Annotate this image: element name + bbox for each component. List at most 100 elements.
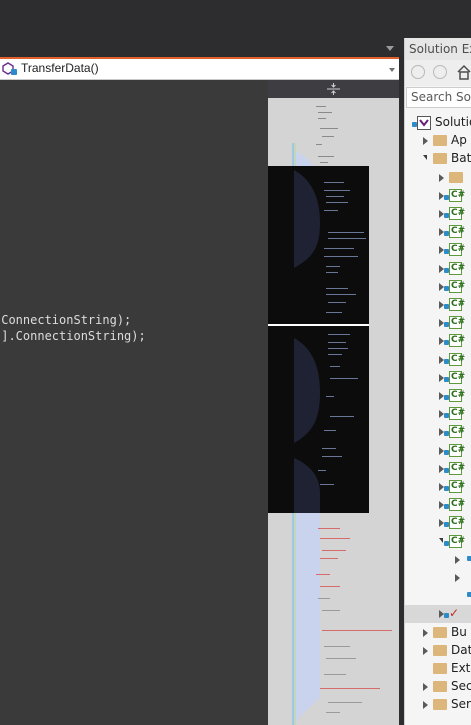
tree-item-label: Bu <box>451 624 467 639</box>
tree-item[interactable] <box>405 169 471 187</box>
tree-item[interactable]: C# <box>405 241 471 259</box>
search-solution-input[interactable]: Search Solu <box>406 87 471 108</box>
reference-icon <box>467 555 471 561</box>
solution-explorer-toolbar <box>405 60 471 86</box>
map-header <box>268 80 399 98</box>
csharp-project-icon: C# <box>449 534 466 548</box>
collapse-arrow-icon[interactable] <box>423 701 428 710</box>
folder-icon <box>433 626 447 638</box>
tree-item[interactable] <box>405 587 471 605</box>
chevron-down-icon[interactable] <box>389 68 395 72</box>
tree-item[interactable]: C# <box>405 314 471 332</box>
csharp-project-icon: C# <box>449 279 466 293</box>
tree-item[interactable]: C# <box>405 514 471 532</box>
code-map-canvas <box>268 98 399 725</box>
tree-item[interactable]: C# <box>405 260 471 278</box>
tree-item[interactable]: C# <box>405 423 471 441</box>
csharp-project-icon: C# <box>449 425 466 439</box>
tree-item[interactable]: C# <box>405 332 471 350</box>
csharp-project-icon: C# <box>449 316 466 330</box>
tree-item[interactable]: C# <box>405 387 471 405</box>
tree-item[interactable] <box>405 569 471 587</box>
tree-item[interactable]: C# <box>405 533 471 551</box>
csharp-project-icon: C# <box>449 370 466 384</box>
folder-icon <box>433 153 447 165</box>
collapse-arrow-icon[interactable] <box>439 173 444 182</box>
csharp-project-icon: C# <box>449 261 466 275</box>
map-viewport-upper <box>268 166 369 324</box>
csharp-project-icon: C# <box>449 443 466 457</box>
csharp-project-icon: C# <box>449 352 466 366</box>
csharp-project-icon: C# <box>449 225 466 239</box>
tree-item[interactable]: C# <box>405 296 471 314</box>
tree-item[interactable]: Ser <box>405 696 471 714</box>
tree-item[interactable]: C# <box>405 442 471 460</box>
collapse-arrow-icon[interactable] <box>423 646 428 655</box>
expand-arrow-icon[interactable] <box>439 537 443 543</box>
tree-item[interactable]: C# <box>405 205 471 223</box>
solution-explorer-panel: Solution Exp Search Solu Solution Ap Bat C#… <box>404 38 471 725</box>
tree-item[interactable]: C# <box>405 405 471 423</box>
collapse-arrow-icon[interactable] <box>423 137 428 146</box>
code-line: .ConnectionString); <box>0 313 132 327</box>
folder-icon <box>433 663 447 674</box>
checkmark-icon: ✓ <box>449 606 460 621</box>
tree-item[interactable]: Ap <box>405 132 471 150</box>
tree-item[interactable]: C# <box>405 460 471 478</box>
collapse-arrow-icon[interactable] <box>423 683 428 692</box>
folder-icon <box>433 135 447 147</box>
csharp-project-icon: C# <box>449 389 466 402</box>
tree-item[interactable]: C# <box>405 369 471 387</box>
method-icon <box>2 62 17 75</box>
tree-item[interactable]: C# <box>405 351 471 369</box>
csharp-project-icon: C# <box>449 334 466 348</box>
tree-item[interactable]: Sec <box>405 678 471 696</box>
collapse-arrow-icon[interactable] <box>455 574 460 582</box>
tree-item-label: Bat <box>451 151 471 166</box>
tree-item[interactable]: C# <box>405 478 471 496</box>
collapse-arrow-icon[interactable] <box>423 628 428 637</box>
tree-item[interactable]: Ext <box>405 660 471 678</box>
tree-item[interactable]: Bat <box>405 150 471 168</box>
tree-item[interactable]: ✓ <box>405 605 471 624</box>
member-navigation-bar[interactable]: TransferData() <box>0 57 399 80</box>
solution-icon <box>417 116 431 130</box>
tree-item[interactable]: C# <box>405 187 471 205</box>
code-editor[interactable]: .ConnectionString); "].ConnectionString)… <box>0 80 268 725</box>
member-dropdown-label[interactable]: TransferData() <box>21 61 99 75</box>
forward-button[interactable] <box>433 65 447 79</box>
tree-item[interactable]: Solution <box>405 114 471 132</box>
dropdown-arrow-icon[interactable] <box>386 46 394 51</box>
code-map-scrollbar[interactable] <box>268 80 399 725</box>
home-icon[interactable] <box>456 64 471 80</box>
tree-item[interactable]: C# <box>405 278 471 296</box>
folder-icon <box>433 644 447 656</box>
csharp-project-icon: C# <box>449 498 466 512</box>
reference-icon <box>467 592 471 598</box>
folder-icon <box>433 699 447 711</box>
csharp-project-icon: C# <box>449 516 466 530</box>
expand-arrow-icon[interactable] <box>423 155 427 161</box>
csharp-project-icon: C# <box>449 461 466 475</box>
folder-icon <box>449 171 463 183</box>
tree-item[interactable]: Bu <box>405 624 471 642</box>
tree-item-label: Ser <box>451 697 471 712</box>
tree-item-label: Ext <box>451 661 471 675</box>
tree-item-label: Sec <box>451 679 471 694</box>
tree-item[interactable]: C# <box>405 223 471 241</box>
csharp-project-icon: C# <box>449 298 466 311</box>
panel-title: Solution Exp <box>409 42 471 56</box>
tree-item[interactable] <box>405 551 471 569</box>
back-button[interactable] <box>411 65 425 79</box>
csharp-project-icon: C# <box>449 480 466 493</box>
solution-explorer-title-bar: Solution Exp <box>405 38 471 60</box>
tree-item[interactable]: C# <box>405 496 471 514</box>
folder-icon <box>433 681 447 693</box>
csharp-project-icon: C# <box>449 188 466 202</box>
tree-item[interactable]: Dat <box>405 642 471 660</box>
csharp-project-icon: C# <box>449 243 466 257</box>
tree-item-label: Ap <box>451 133 467 148</box>
collapse-arrow-icon[interactable] <box>455 555 460 564</box>
splitter-icon[interactable] <box>327 83 340 95</box>
top-toolbar-strip <box>0 0 404 57</box>
